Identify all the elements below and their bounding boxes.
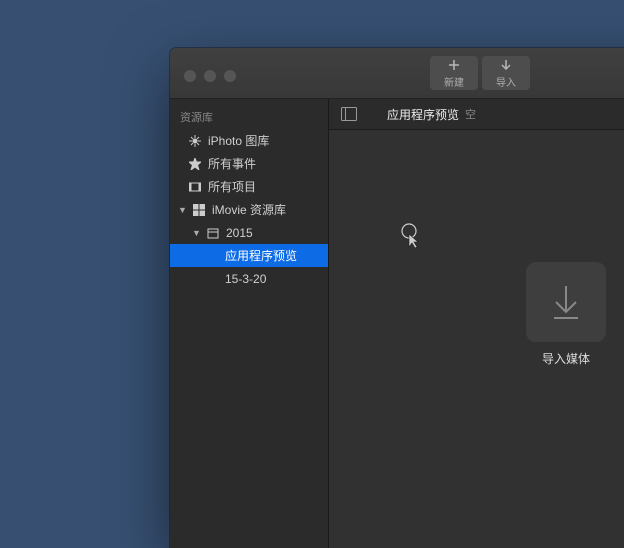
sidebar-item-label: 2015 (226, 226, 253, 240)
main-header: 应用程序预览 空 隐藏被拒 (329, 99, 624, 130)
maximize-window-icon[interactable] (224, 70, 236, 82)
import-media-label: 导入媒体 (526, 350, 606, 367)
import-button[interactable]: 导入 (482, 56, 530, 90)
sidebar-item-date[interactable]: 15-3-20 (170, 267, 328, 290)
sunflower-icon (188, 134, 202, 148)
sidebar-item-projects[interactable]: 所有项目 (170, 175, 328, 198)
calendar-icon (206, 226, 220, 240)
sidebar-item-iphoto[interactable]: iPhoto 图库 (170, 129, 328, 152)
sidebar-item-label: 应用程序预览 (225, 247, 297, 264)
sidebar-item-label: 15-3-20 (225, 272, 266, 286)
import-media-button[interactable] (526, 262, 606, 342)
plus-icon (447, 58, 461, 72)
sidebar-item-label: iPhoto 图库 (208, 132, 269, 149)
close-window-icon[interactable] (184, 70, 196, 82)
sidebar-item-year[interactable]: ▼ 2015 (170, 221, 328, 244)
sidebar-section-header: 资源库 (170, 105, 328, 129)
content-title: 应用程序预览 (387, 106, 459, 123)
cursor-icon (400, 223, 422, 254)
content-empty-label: 空 (465, 106, 476, 122)
arrow-down-large-icon (548, 282, 584, 322)
film-icon (188, 180, 202, 194)
grid-icon (192, 203, 206, 217)
new-button-label: 新建 (444, 74, 464, 89)
new-button[interactable]: 新建 (430, 56, 478, 90)
window-traffic-lights (184, 70, 236, 82)
sidebar-item-app-preview[interactable]: 应用程序预览 (170, 244, 328, 267)
chevron-down-icon: ▼ (192, 228, 200, 238)
star-icon (188, 157, 202, 171)
minimize-window-icon[interactable] (204, 70, 216, 82)
chevron-down-icon: ▼ (178, 205, 186, 215)
media-canvas: 导入媒体 (329, 130, 624, 548)
import-button-label: 导入 (496, 74, 516, 89)
sidebar-item-label: iMovie 资源库 (212, 201, 286, 218)
arrow-down-icon (499, 58, 513, 72)
titlebar: 新建 导入 (170, 48, 624, 99)
sidebar: 资源库 iPhoto 图库 所有事件 所有项目 ▼ (170, 99, 329, 548)
sidebar-item-label: 所有事件 (208, 155, 256, 172)
sidebar-item-imovie-library[interactable]: ▼ iMovie 资源库 (170, 198, 328, 221)
sidebar-toggle-icon[interactable] (341, 107, 357, 121)
app-window: 新建 导入 资源库 iPhoto 图库 (170, 48, 624, 548)
sidebar-item-label: 所有项目 (208, 178, 256, 195)
sidebar-item-events[interactable]: 所有事件 (170, 152, 328, 175)
main-area: 应用程序预览 空 隐藏被拒 导入媒 (329, 99, 624, 548)
